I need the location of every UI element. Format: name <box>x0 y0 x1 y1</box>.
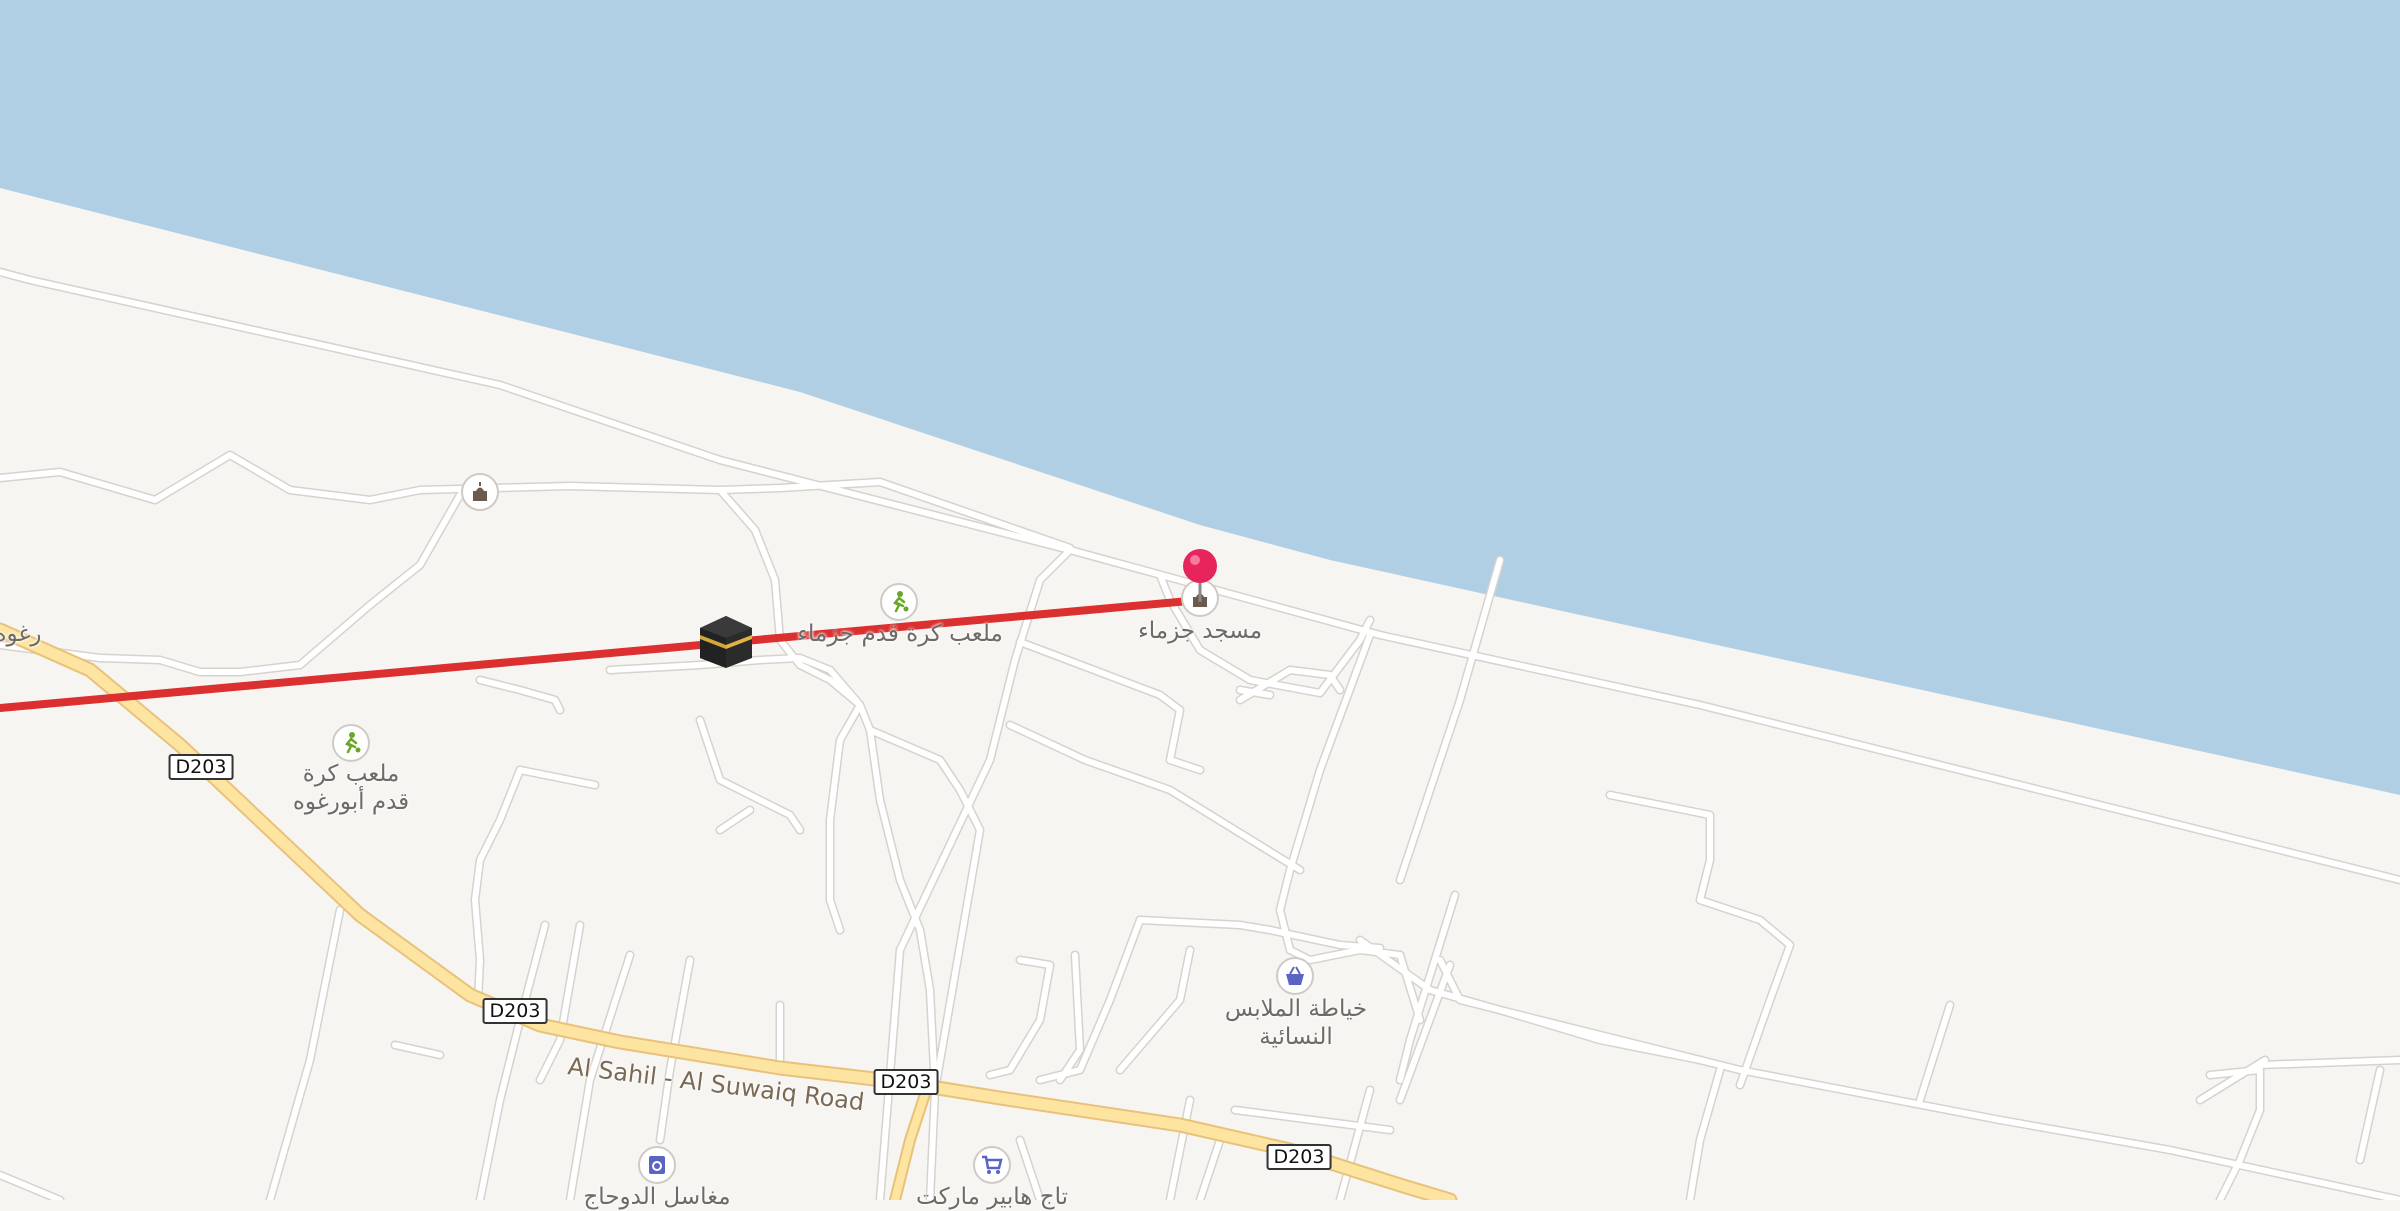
shopping-cart-icon[interactable] <box>973 1146 1011 1184</box>
mosque-label: مسجد جزماء <box>1137 618 1263 644</box>
tailoring-shop-label-line1: خياطة الملابس <box>1224 996 1368 1022</box>
kaaba-icon[interactable] <box>698 614 754 670</box>
shopping-basket-icon[interactable] <box>1276 957 1314 995</box>
football-field-label-line2: قدم أبورغوه <box>292 789 410 815</box>
location-pin-icon[interactable] <box>1182 548 1218 604</box>
tailoring-shop-label-line2: النسائية <box>1259 1024 1333 1050</box>
football-icon[interactable] <box>880 583 918 621</box>
football-icon[interactable] <box>332 724 370 762</box>
laundry-icon[interactable] <box>638 1146 676 1184</box>
edge-place-label: رغوه <box>0 621 42 647</box>
laundry-label: مغاسل الدوحاج <box>583 1184 731 1210</box>
road-shield-d203: D203 <box>873 1069 939 1095</box>
road-shield-d203: D203 <box>482 998 548 1024</box>
mosque-icon[interactable] <box>461 473 499 511</box>
supermarket-label: تاج هابير ماركت <box>915 1184 1069 1210</box>
football-field-label: ملعب كرة قدم جزماء <box>797 621 1003 647</box>
road-shield-d203: D203 <box>168 754 234 780</box>
football-field-label-line1: ملعب كرة <box>302 761 400 787</box>
road-shield-d203: D203 <box>1266 1144 1332 1170</box>
